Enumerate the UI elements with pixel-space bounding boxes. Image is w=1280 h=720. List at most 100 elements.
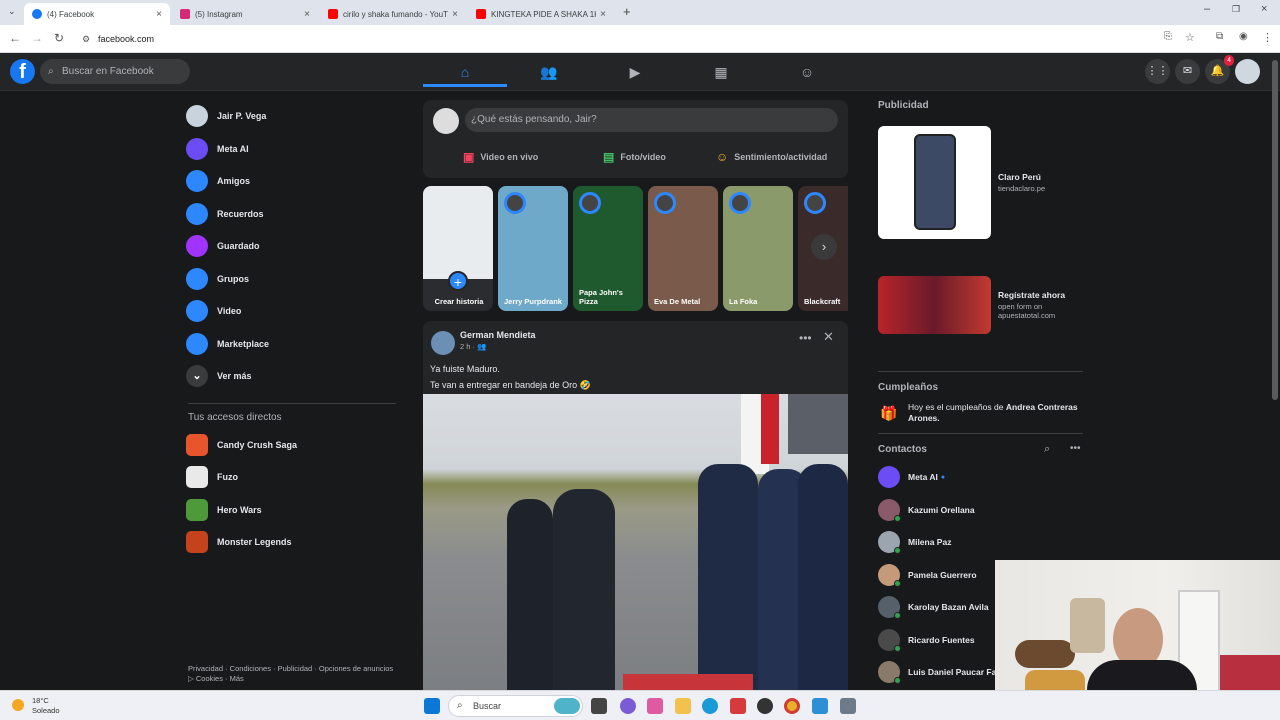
nav-friends-icon[interactable]: 👥 [507, 59, 591, 87]
story-card[interactable]: Papa John's Pizza [573, 186, 643, 311]
story-card[interactable]: La Foka [723, 186, 793, 311]
post-author-avatar[interactable] [431, 331, 455, 355]
footer-line-1[interactable]: Privacidad · Condiciones · Publicidad · … [188, 664, 398, 674]
contact-item[interactable]: Meta AI ● [878, 465, 945, 489]
cast-icon[interactable]: ⎘ [1164, 31, 1172, 42]
tab-youtube-1[interactable]: cirilo y shaka fumando - YouTube × [320, 3, 466, 25]
stories-next-chevron-icon[interactable]: › [811, 234, 837, 260]
app-dark-icon[interactable] [757, 698, 773, 714]
windows-start-icon[interactable] [424, 698, 440, 714]
live-video-button[interactable]: ▣ Video en vivo [463, 150, 538, 164]
app-red-icon[interactable] [730, 698, 746, 714]
tab-search-icon[interactable]: ⌄ [8, 6, 16, 17]
minimize-button[interactable]: – [1204, 3, 1210, 15]
reload-icon[interactable]: ↻ [54, 31, 64, 45]
tab-youtube-2[interactable]: KINGTEKA PIDE A SHAKA 1K DE × [468, 3, 614, 25]
create-story-card[interactable]: + Crear historia [423, 186, 493, 311]
close-tab-icon[interactable]: × [452, 9, 458, 20]
sidebar-item[interactable]: Recuerdos [186, 198, 396, 231]
notepad-icon[interactable] [812, 698, 828, 714]
post-video[interactable] [423, 394, 848, 691]
file-explorer-icon[interactable] [675, 698, 691, 714]
sidebar-item[interactable]: Meta AI [186, 133, 396, 166]
weather-widget[interactable]: 18°C Soleado [12, 696, 60, 716]
menu-kebab-icon[interactable]: ⋮ [1262, 31, 1273, 44]
copilot-icon[interactable] [647, 698, 663, 714]
contact-item[interactable]: Kazumi Orellana [878, 498, 975, 522]
add-story-plus-icon[interactable]: + [448, 271, 468, 291]
footer-line-2[interactable]: Cookies · Más [196, 674, 244, 683]
close-tab-icon[interactable]: × [600, 9, 606, 20]
edge-icon[interactable] [702, 698, 718, 714]
sidebar-item[interactable]: Guardado [186, 230, 396, 263]
tab-facebook[interactable]: (4) Facebook × [24, 3, 170, 25]
webcam-overlay [995, 560, 1280, 692]
nav-marketplace-icon[interactable]: ▦ [679, 59, 763, 87]
search-highlight-icon[interactable] [554, 698, 580, 714]
contact-item[interactable]: Milena Paz [878, 530, 951, 554]
facebook-logo-icon[interactable]: f [10, 59, 35, 84]
new-tab-button[interactable]: + [623, 4, 631, 19]
contacts-more-icon[interactable]: ••• [1070, 443, 1081, 454]
game-icon [186, 433, 208, 456]
shortcut-item[interactable]: Monster Legends [186, 526, 396, 559]
nav-home-icon[interactable]: ⌂ [423, 59, 507, 87]
contact-item[interactable]: Luis Daniel Paucar Far [878, 660, 1000, 684]
close-tab-icon[interactable]: × [304, 9, 310, 20]
chrome-icon[interactable] [784, 698, 800, 714]
sidebar-item[interactable]: Amigos [186, 165, 396, 198]
shortcut-item[interactable]: Fuzo [186, 461, 396, 494]
contact-name: Karolay Bazan Avila [908, 602, 989, 612]
sidebar-item[interactable]: Jair P. Vega [186, 100, 396, 133]
close-window-button[interactable]: × [1261, 3, 1267, 15]
close-tab-icon[interactable]: × [156, 9, 162, 20]
site-info-icon[interactable]: ⚙ [82, 29, 90, 49]
story-card[interactable]: Jerry Purpdrank [498, 186, 568, 311]
shortcut-item[interactable]: Candy Crush Saga [186, 429, 396, 462]
feeling-button[interactable]: ☺ Sentimiento/actividad [716, 150, 827, 164]
calculator-icon[interactable] [840, 698, 856, 714]
shortcut-item[interactable]: Hero Wars [186, 494, 396, 527]
messenger-icon[interactable]: ✉ [1175, 59, 1200, 84]
post-author-name[interactable]: German Mendieta [460, 330, 536, 340]
divider [878, 371, 1083, 372]
extensions-icon[interactable]: ⧉ [1216, 31, 1223, 42]
account-avatar[interactable] [1235, 59, 1260, 84]
maximize-button[interactable]: ❐ [1232, 4, 1240, 15]
back-icon[interactable]: ← [9, 31, 21, 45]
bookmark-star-icon[interactable]: ☆ [1185, 31, 1195, 44]
contact-item[interactable]: Karolay Bazan Avila [878, 595, 989, 619]
page-scrollbar[interactable] [1272, 60, 1278, 400]
post-more-icon[interactable]: ••• [799, 331, 812, 345]
sidebar-item[interactable]: Grupos [186, 263, 396, 296]
footer-links: Privacidad · Condiciones · Publicidad · … [188, 664, 398, 684]
sidebar-item[interactable]: Marketplace [186, 328, 396, 361]
nav-video-icon[interactable]: ▶ [593, 59, 677, 87]
notifications-bell-icon[interactable]: 🔔 4 [1205, 55, 1234, 84]
contact-name: Meta AI [908, 472, 938, 482]
sidebar-item-label: Marketplace [217, 338, 270, 349]
forward-icon[interactable]: → [31, 31, 43, 45]
profile-icon[interactable]: ◉ [1239, 31, 1248, 42]
story-avatar-ring [729, 192, 751, 214]
story-card[interactable]: Eva De Metal [648, 186, 718, 311]
search-input[interactable]: ⌕ Buscar en Facebook [40, 59, 190, 84]
vehicle [788, 394, 848, 454]
post-time[interactable]: 2 h · 👥 [460, 342, 486, 351]
sidebar-item[interactable]: Video [186, 295, 396, 328]
contact-item[interactable]: Ricardo Fuentes [878, 628, 975, 652]
sidebar-item-label: Meta AI [217, 143, 249, 154]
tab-instagram[interactable]: (5) Instagram × [172, 3, 318, 25]
task-view-icon[interactable] [591, 698, 607, 714]
photo-video-button[interactable]: ▤ Foto/video [603, 150, 666, 164]
menu-grid-icon[interactable]: ⋮⋮ [1145, 59, 1170, 84]
composer-input[interactable]: ¿Qué estás pensando, Jair? [465, 108, 838, 132]
contact-name: Kazumi Orellana [908, 504, 975, 515]
contact-item[interactable]: Pamela Guerrero [878, 563, 977, 587]
chat-app-icon[interactable] [620, 698, 636, 714]
contacts-search-icon[interactable]: ⌕ [1044, 443, 1050, 456]
post-close-icon[interactable]: ✕ [823, 329, 834, 345]
sidebar-item[interactable]: ⌄ Ver más [186, 360, 396, 393]
nav-groups-icon[interactable]: ☺ [765, 59, 849, 87]
url-field[interactable]: ⚙ facebook.com [78, 29, 1178, 49]
